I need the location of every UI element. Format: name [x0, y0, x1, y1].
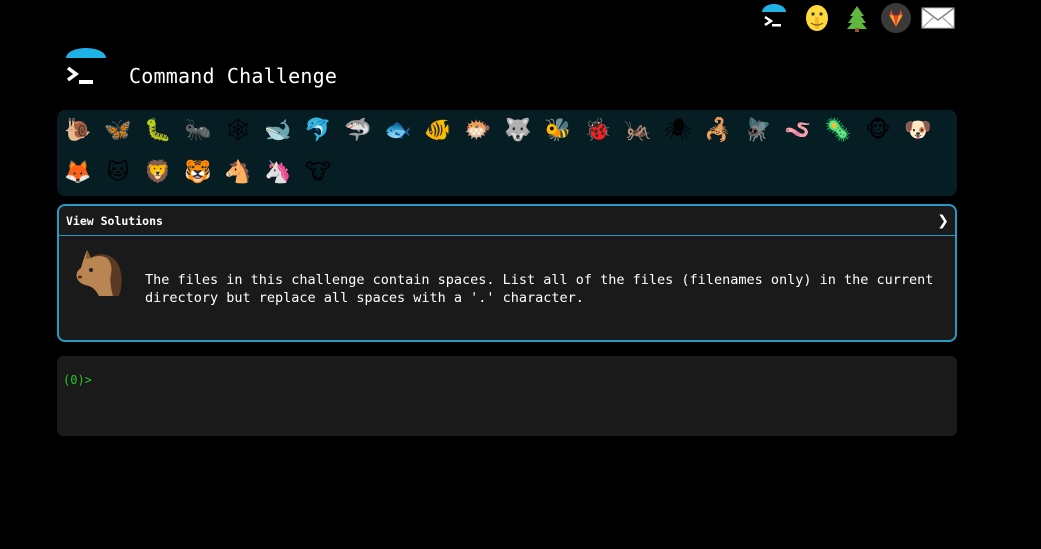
spider-icon[interactable]: 🕷 [662, 115, 694, 147]
snail-icon[interactable]: 🐌 [62, 115, 94, 147]
page-title: Command Challenge [129, 64, 338, 88]
blowfish-icon[interactable]: 🐡 [462, 115, 494, 147]
horse-head-icon [69, 244, 129, 304]
wolf-icon[interactable]: 🐺 [502, 115, 534, 147]
ant-icon[interactable]: 🐜 [182, 115, 214, 147]
cat-icon[interactable]: 🐱 [102, 157, 134, 189]
terminal-umbrella-icon[interactable] [759, 3, 789, 33]
challenge-description: The files in this challenge contain spac… [145, 272, 934, 306]
spiderweb-icon[interactable]: 🕸 [222, 115, 254, 147]
scorpion-icon[interactable]: 🦂 [702, 115, 734, 147]
top-bar [0, 0, 1041, 40]
tropical-fish-icon[interactable]: 🐠 [422, 115, 454, 147]
chevron-right-icon[interactable]: ❯ [937, 213, 949, 229]
tree-icon[interactable] [842, 3, 872, 33]
cricket-icon[interactable]: 🦗 [622, 115, 654, 147]
app-logo-icon[interactable] [64, 48, 108, 92]
ladybug-icon[interactable]: 🐞 [582, 115, 614, 147]
butterfly-icon[interactable]: 🦋 [102, 115, 134, 147]
fox-icon[interactable]: 🦊 [62, 157, 94, 189]
animal-progress-bar: 🐌 🦋 🐛 🐜 🕸 🐋 🐬 🦈 🐟 🐠 🐡 🐺 🐝 🐞 🦗 🕷 🦂 🪰 🪱 🦠 🐵 🐶 🦊 🐱 🦁 🐯 🐴 🦄 🐮 [57, 110, 957, 196]
tiger-icon[interactable]: 🐯 [182, 157, 214, 189]
cow-icon[interactable]: 🐮 [302, 157, 334, 189]
view-solutions-label: View Solutions [66, 214, 163, 228]
dolphin-icon[interactable]: 🐬 [302, 115, 334, 147]
bee-icon[interactable]: 🐝 [542, 115, 574, 147]
horse-icon[interactable]: 🐴 [222, 157, 254, 189]
fish-icon[interactable]: 🐟 [382, 115, 414, 147]
unicorn-icon[interactable]: 🦄 [262, 157, 294, 189]
microbe-icon[interactable]: 🦠 [822, 115, 854, 147]
view-solutions-toggle[interactable]: View Solutions ❯ [59, 206, 955, 236]
shark-icon[interactable]: 🦈 [342, 115, 374, 147]
mail-icon[interactable] [921, 3, 955, 33]
whale-icon[interactable]: 🐋 [262, 115, 294, 147]
worm-icon[interactable]: 🪱 [782, 115, 814, 147]
caterpillar-icon[interactable]: 🐛 [142, 115, 174, 147]
fly-icon[interactable]: 🪰 [742, 115, 774, 147]
dog-icon[interactable]: 🐶 [902, 115, 934, 147]
challenge-panel: View Solutions ❯ The files in this chall… [57, 204, 957, 342]
terminal-prompt: (0)> [63, 373, 92, 387]
shush-face-icon[interactable] [802, 3, 832, 33]
terminal-input-area[interactable]: (0)> [57, 356, 957, 436]
lion-icon[interactable]: 🦁 [142, 157, 174, 189]
gitlab-icon[interactable] [881, 3, 911, 33]
monkey-icon[interactable]: 🐵 [862, 115, 894, 147]
